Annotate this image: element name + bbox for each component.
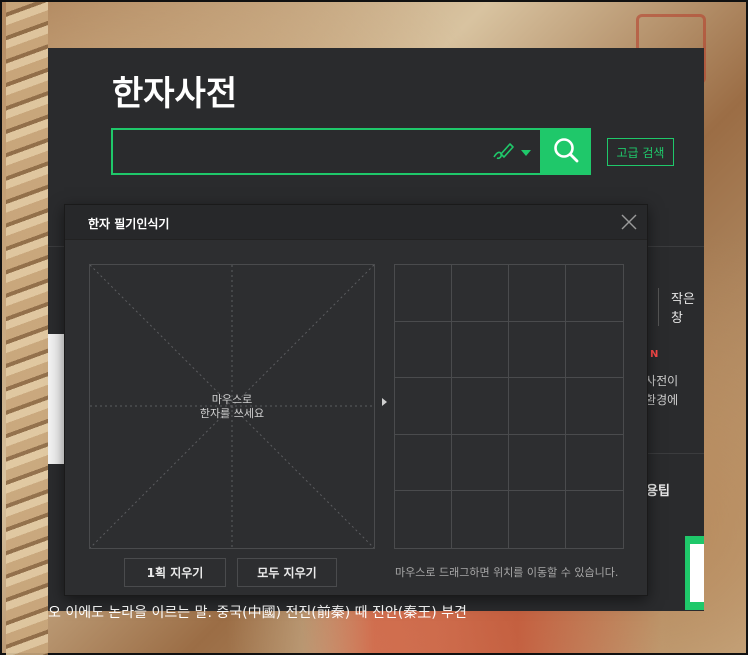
new-badge: N <box>649 349 659 360</box>
erase-one-stroke-button[interactable]: 1획 지우기 <box>124 558 226 587</box>
candidate-cell[interactable] <box>452 378 509 435</box>
candidate-cell[interactable] <box>395 378 452 435</box>
content-thumbnail[interactable] <box>48 334 64 464</box>
handwriting-recognizer-popup: 한자 필기인식기 마우스로 한자를 쓰세요 1획 지우기 모두 지우기 마우스로… <box>64 204 648 596</box>
candidate-cell[interactable] <box>566 435 623 492</box>
candidate-cell[interactable] <box>452 265 509 322</box>
search-input[interactable] <box>119 136 479 167</box>
candidate-cell[interactable] <box>395 491 452 548</box>
search-button[interactable] <box>541 128 591 175</box>
handwriting-toggle-button[interactable] <box>487 140 535 166</box>
candidate-cell[interactable] <box>395 265 452 322</box>
candidate-grid <box>394 264 624 549</box>
canvas-hint-line: 마우스로 <box>211 393 253 406</box>
candidate-cell[interactable] <box>395 434 452 492</box>
advanced-search-button[interactable]: 고급 검색 <box>607 138 674 166</box>
arrow-right-icon <box>382 398 387 406</box>
candidate-cell[interactable] <box>452 491 509 548</box>
handwriting-canvas[interactable]: 마우스로 한자를 쓰세요 <box>89 264 375 549</box>
candidate-cell[interactable] <box>566 491 623 548</box>
small-window-link[interactable]: 작은창 <box>658 288 704 326</box>
side-tips-title[interactable]: 용팁 <box>646 480 670 499</box>
candidate-cell[interactable] <box>452 321 509 379</box>
background-rope-decoration <box>6 2 48 655</box>
candidate-cell[interactable] <box>566 322 623 379</box>
search-icon <box>552 136 580 168</box>
candidate-cell[interactable] <box>509 378 566 435</box>
erase-all-button[interactable]: 모두 지우기 <box>237 558 337 587</box>
handwriting-pen-icon <box>491 140 517 166</box>
chevron-down-icon <box>521 150 531 156</box>
page-title: 한자사전 <box>112 75 238 113</box>
candidate-cell[interactable] <box>509 434 566 492</box>
canvas-hint: 마우스로 한자를 쓰세요 <box>90 393 374 421</box>
search-box <box>111 128 542 175</box>
candidate-cell[interactable] <box>566 265 623 322</box>
popup-header[interactable]: 한자 필기인식기 <box>65 205 647 240</box>
content-text: 오 이에도 논라을 이르는 말. 중국(中國) 전진(前秦) 때 진안(秦王) … <box>48 605 467 621</box>
side-banner[interactable] <box>685 536 704 610</box>
candidate-cell[interactable] <box>452 434 509 492</box>
candidate-cell[interactable] <box>509 491 566 548</box>
close-button[interactable] <box>619 212 639 232</box>
candidate-cell[interactable] <box>395 321 452 379</box>
canvas-hint-line: 한자를 쓰세요 <box>199 407 265 420</box>
popup-title: 한자 필기인식기 <box>88 217 170 231</box>
close-icon <box>619 214 639 236</box>
candidate-cell[interactable] <box>509 265 566 322</box>
candidate-cell[interactable] <box>566 378 623 435</box>
candidate-cell[interactable] <box>509 321 566 379</box>
drag-hint: 마우스로 드래그하면 위치를 이동할 수 있습니다. <box>395 566 619 579</box>
